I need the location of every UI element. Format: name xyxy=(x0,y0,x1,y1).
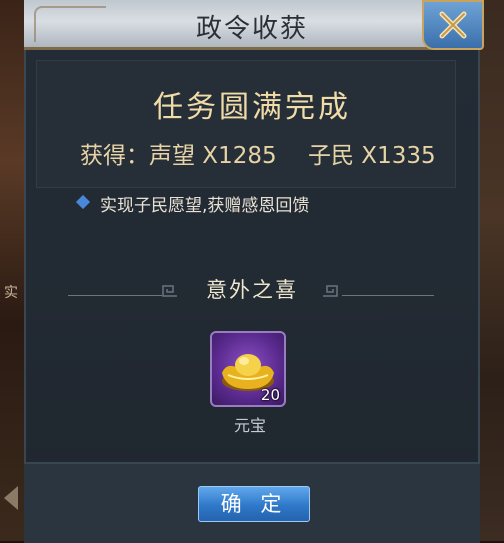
prestige-reward: 获得：声望 X1285 xyxy=(80,143,277,169)
reward-description: 实现子民愿望,获赠感恩回馈 xyxy=(100,196,310,216)
dialog-title: 政令收获 xyxy=(195,14,308,44)
background-scene-right xyxy=(476,0,504,541)
people-reward: 子民 X1335 xyxy=(308,143,436,169)
left-arrow-icon[interactable] xyxy=(4,486,18,510)
reward-item-slot[interactable]: 20 xyxy=(210,331,286,407)
dialog-title-bar: 政令收获 xyxy=(24,0,480,50)
item-name: 元宝 xyxy=(233,416,266,435)
background-partial-text: 实 xyxy=(4,285,18,301)
close-icon xyxy=(439,11,467,39)
divider-right xyxy=(342,295,434,296)
close-button[interactable] xyxy=(422,0,484,50)
item-count: 20 xyxy=(260,386,280,404)
bonus-section-title: 意外之喜 xyxy=(206,278,298,302)
confirm-button[interactable]: 确 定 xyxy=(198,486,310,522)
completion-headline: 任务圆满完成 xyxy=(153,90,351,125)
ornament-right-icon xyxy=(323,285,338,297)
